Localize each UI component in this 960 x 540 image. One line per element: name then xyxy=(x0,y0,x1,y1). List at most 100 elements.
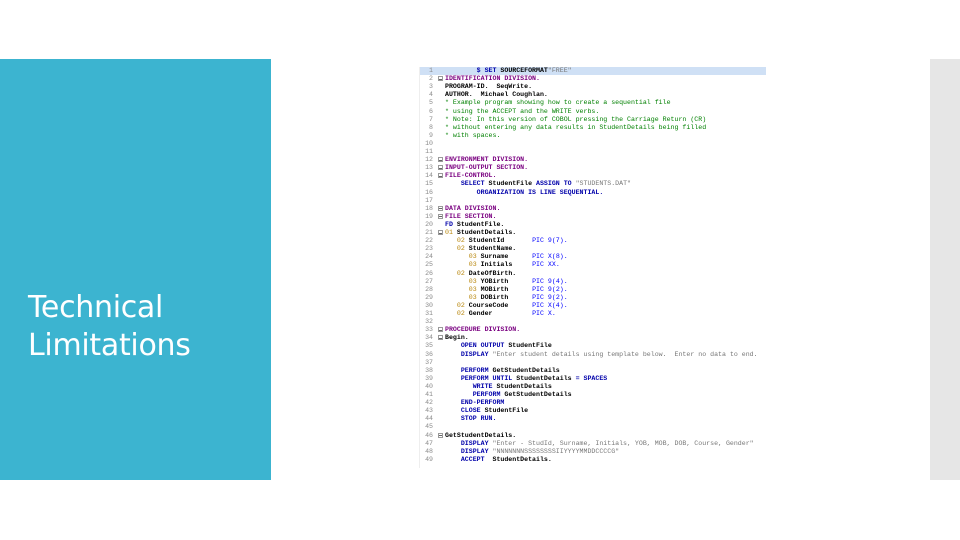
code-line: 46 GetStudentDetails. xyxy=(420,432,766,440)
fold-toggle-icon[interactable] xyxy=(438,157,443,163)
code-line: 21 01 StudentDetails. xyxy=(420,229,766,237)
code-text: ACCEPT StudentDetails. xyxy=(460,455,552,463)
slide-title-line-1: Technical xyxy=(28,290,164,325)
code-line: 2 IDENTIFICATION DIVISION. xyxy=(420,75,766,83)
code-text: 03 Surname PIC X(8). xyxy=(468,253,568,261)
line-number: 40 xyxy=(425,382,433,390)
code-line: 39 PERFORM UNTIL StudentDetails = SPACES xyxy=(420,375,766,383)
line-number: 8 xyxy=(429,123,433,131)
code-text: 03 DOBirth PIC 9(2). xyxy=(468,293,568,301)
line-number: 48 xyxy=(425,447,433,455)
code-text: FILE-CONTROL. xyxy=(445,172,497,180)
code-line: 1 $ SET SOURCEFORMAT"FREE" xyxy=(420,67,766,76)
code-line: 13 INPUT-OUTPUT SECTION. xyxy=(420,164,766,172)
code-text: 02 DateOfBirth. xyxy=(456,269,517,277)
fold-toggle-icon[interactable] xyxy=(438,76,443,82)
line-number: 19 xyxy=(425,212,433,220)
code-text: * Note: In this version of COBOL pressin… xyxy=(445,115,707,123)
code-text: PERFORM GetStudentDetails xyxy=(460,366,560,374)
code-line: 31 02 Gender PIC X. xyxy=(420,310,766,318)
line-number: 20 xyxy=(425,220,433,228)
code-line: 47 DISPLAY "Enter - StudId, Surname, Ini… xyxy=(420,440,766,448)
code-line: 42 END-PERFORM xyxy=(420,399,766,407)
code-line: 26 02 DateOfBirth. xyxy=(420,270,766,278)
code-line: 5 * Example program showing how to create… xyxy=(420,99,766,107)
line-number: 6 xyxy=(429,107,433,115)
code-line: 49 ACCEPT StudentDetails. xyxy=(420,456,766,464)
code-text: DATA DIVISION. xyxy=(445,204,501,212)
line-number: 41 xyxy=(425,391,433,398)
line-number: 25 xyxy=(425,261,433,269)
fold-toggle-icon[interactable] xyxy=(438,327,443,333)
code-line: 7 * Note: In this version of COBOL pressi… xyxy=(420,116,766,124)
code-line: 10 xyxy=(420,140,766,148)
slide-title: Technical Limitations xyxy=(28,289,258,365)
code-line: 3 PROGRAM-ID. SeqWrite. xyxy=(420,83,766,91)
code-text: OPEN OUTPUT StudentFile xyxy=(460,342,552,350)
code-line: 22 02 StudentId PIC 9(7). xyxy=(420,237,766,245)
code-line: 27 03 YOBirth PIC 9(4). xyxy=(420,278,766,286)
line-number: 44 xyxy=(425,415,433,423)
line-number: 30 xyxy=(425,301,433,309)
code-line: 12 ENVIRONMENT DIVISION. xyxy=(420,156,766,164)
code-line: 14 FILE-CONTROL. xyxy=(420,172,766,180)
line-number: 33 xyxy=(425,326,433,334)
code-line: 38 PERFORM GetStudentDetails xyxy=(420,367,766,375)
code-text: 02 Gender PIC X. xyxy=(456,310,556,317)
line-number: 35 xyxy=(425,342,433,350)
fold-toggle-icon[interactable] xyxy=(438,205,443,211)
code-text: CLOSE StudentFile xyxy=(460,407,529,415)
line-number: 17 xyxy=(425,196,433,204)
code-line: 11 xyxy=(420,148,766,156)
code-text: ORGANIZATION IS LINE SEQUENTIAL. xyxy=(476,188,604,196)
code-text: STOP RUN. xyxy=(460,415,497,423)
line-number: 5 xyxy=(429,99,433,107)
code-line: 9 * with spaces. xyxy=(420,132,766,140)
line-number: 2 xyxy=(429,75,433,83)
code-text: FD StudentFile. xyxy=(445,220,505,228)
line-number: 36 xyxy=(425,350,433,358)
code-text: IDENTIFICATION DIVISION. xyxy=(445,75,540,83)
line-number: 21 xyxy=(425,229,433,236)
line-number: 38 xyxy=(425,366,433,374)
fold-toggle-icon[interactable] xyxy=(438,165,443,171)
code-line: 25 03 Initials PIC XX. xyxy=(420,261,766,269)
vertical-scrollbar[interactable] xyxy=(930,59,960,480)
code-text: $ SET SOURCEFORMAT"FREE" xyxy=(476,67,572,74)
line-number: 34 xyxy=(425,334,433,342)
line-number: 15 xyxy=(425,180,433,188)
line-number: 49 xyxy=(425,455,433,463)
line-number: 10 xyxy=(425,139,433,147)
line-number: 18 xyxy=(425,204,433,212)
fold-toggle-icon[interactable] xyxy=(438,432,443,438)
line-number: 46 xyxy=(425,431,433,439)
line-number: 27 xyxy=(425,277,433,285)
code-text: Begin. xyxy=(445,334,469,342)
fold-toggle-icon[interactable] xyxy=(438,173,443,179)
code-line: 30 02 CourseCode PIC X(4). xyxy=(420,302,766,310)
line-number: 23 xyxy=(425,245,433,253)
code-text: DISPLAY "Enter - StudId, Surname, Initia… xyxy=(460,439,754,447)
line-number: 7 xyxy=(429,115,433,123)
code-line: 41 PERFORM GetStudentDetails xyxy=(420,391,766,399)
fold-toggle-icon[interactable] xyxy=(438,335,443,341)
line-number: 31 xyxy=(425,310,433,317)
code-text: PROCEDURE DIVISION. xyxy=(445,326,521,334)
code-line: 48 DISPLAY "NNNNNNNSSSSSSSSIIYYYYMMDDCCC… xyxy=(420,448,766,456)
code-line: 29 03 DOBirth PIC 9(2). xyxy=(420,294,766,302)
line-number: 14 xyxy=(425,172,433,180)
fold-toggle-icon[interactable] xyxy=(438,213,443,219)
code-line: 15 SELECT StudentFile ASSIGN TO "STUDENT… xyxy=(420,180,766,188)
code-line: 37 xyxy=(420,359,766,367)
code-line: 6 * using the ACCEPT and the WRITE verbs. xyxy=(420,108,766,116)
code-text: FILE SECTION. xyxy=(445,212,497,220)
fold-toggle-icon[interactable] xyxy=(438,230,443,235)
line-number: 39 xyxy=(425,374,433,382)
line-number: 12 xyxy=(425,156,433,164)
line-number: 45 xyxy=(425,423,433,431)
code-line: 40 WRITE StudentDetails xyxy=(420,383,766,391)
code-line: 44 STOP RUN. xyxy=(420,415,766,423)
code-text: PERFORM UNTIL StudentDetails = SPACES xyxy=(460,374,608,382)
line-number: 13 xyxy=(425,164,433,172)
code-text: 03 Initials PIC XX. xyxy=(468,261,560,269)
